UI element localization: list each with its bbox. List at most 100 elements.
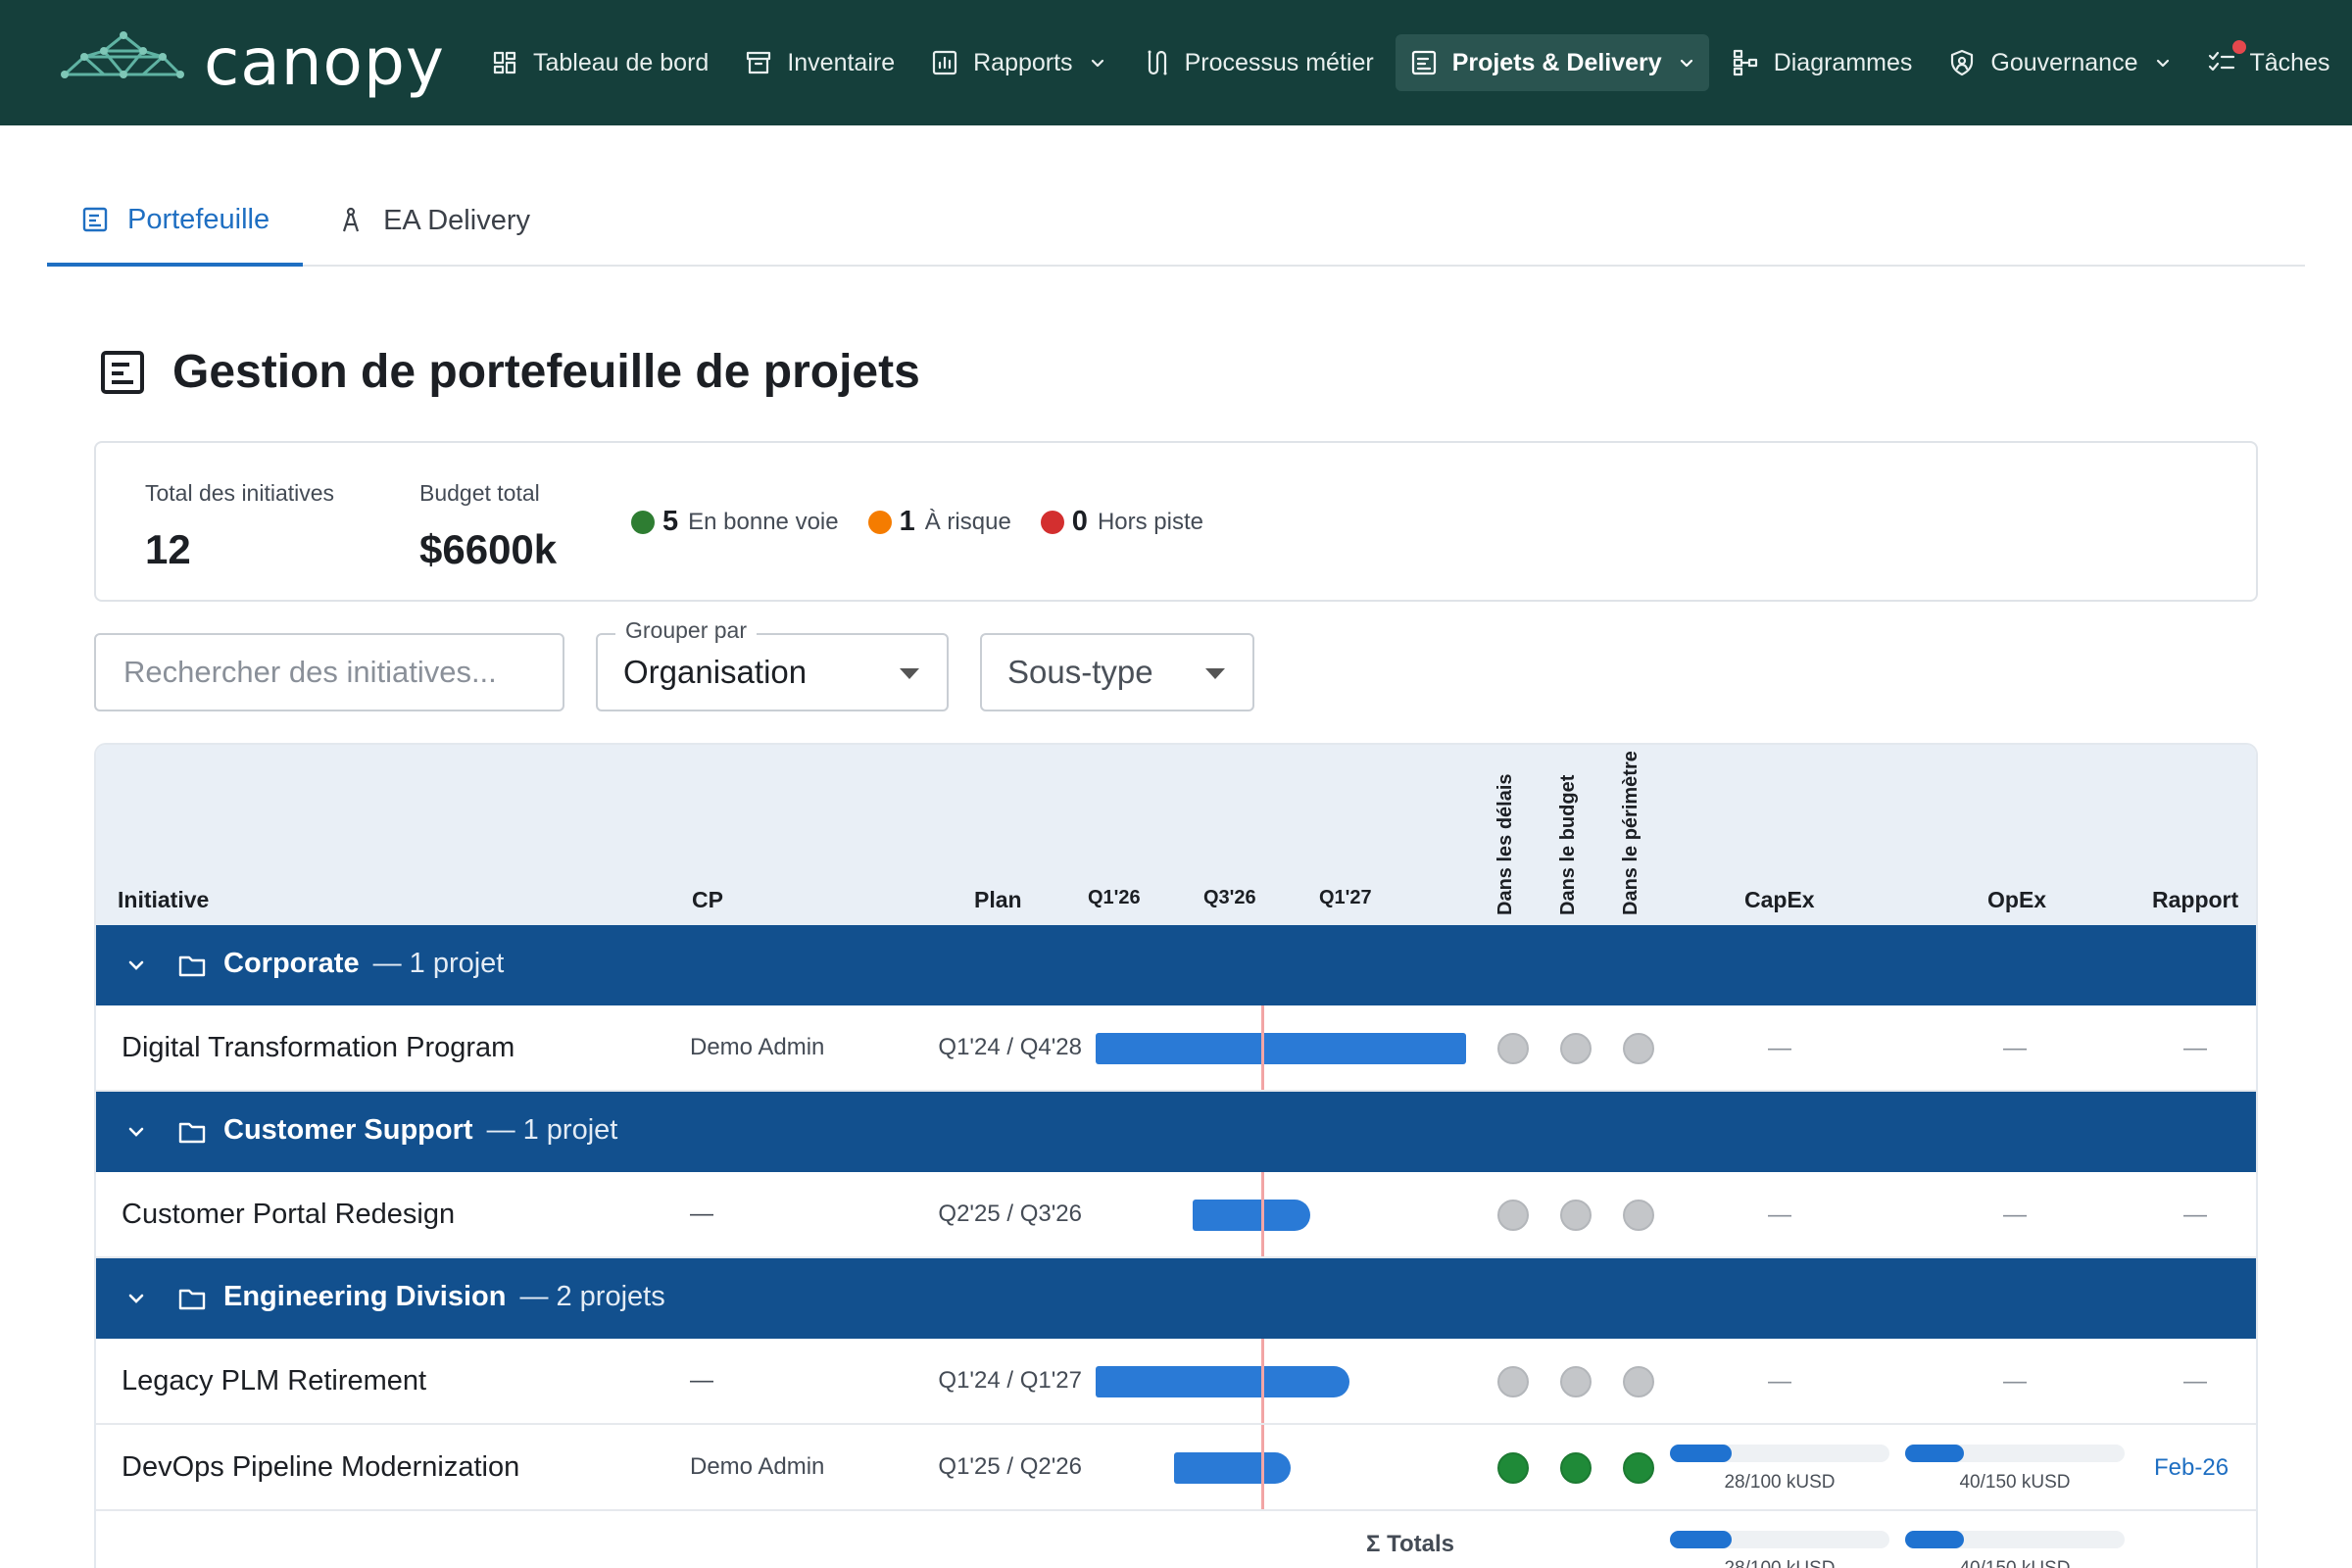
header-on-budget[interactable]: Dans le budget: [1557, 745, 1582, 915]
header-on-time[interactable]: Dans les délais: [1494, 745, 1519, 915]
group-header-row[interactable]: Engineering Division — 2 projets: [96, 1258, 2256, 1339]
status-indicator-dot: [1623, 1366, 1654, 1397]
chevron-down-icon[interactable]: [125, 1121, 147, 1143]
today-marker-line: [1261, 1339, 1265, 1423]
budget-progress-bar: [1670, 1445, 1889, 1462]
project-manager: —: [690, 1200, 713, 1227]
status-at-risk: 1 À risque: [867, 506, 1011, 538]
portfolio-icon: [98, 348, 147, 397]
dashboard-icon: [490, 48, 519, 77]
header-cp[interactable]: CP: [692, 887, 723, 913]
header-plan[interactable]: Plan: [974, 887, 1022, 913]
group-name: Engineering Division — 2 projets: [223, 1281, 665, 1313]
red-status-dot: [1040, 510, 1064, 534]
capex-empty: —: [1768, 1201, 1791, 1228]
totals-label: Σ Totals: [1366, 1531, 1454, 1557]
initiative-name[interactable]: Digital Transformation Program: [122, 1005, 514, 1090]
group-header-row[interactable]: Corporate — 1 projet: [96, 925, 2256, 1005]
tab-portfolio[interactable]: Portefeuille: [47, 176, 304, 267]
nav-item-taches[interactable]: Tâches: [2193, 34, 2344, 91]
header-capex[interactable]: CapEx: [1744, 887, 1815, 913]
budget-progress-bar: [1670, 1531, 1889, 1548]
search-placeholder: Rechercher des initiatives...: [123, 655, 497, 689]
nav-item-rapports[interactable]: Rapports: [916, 34, 1119, 91]
chevron-down-icon[interactable]: [125, 1288, 147, 1309]
group-name: Corporate — 1 projet: [223, 948, 504, 980]
group-name-text: Corporate: [223, 948, 360, 979]
report-empty: —: [2183, 1201, 2207, 1228]
header-opex[interactable]: OpEx: [1987, 887, 2046, 913]
header-on-time-label: Dans les délais: [1494, 773, 1516, 915]
nav-item-inventaire[interactable]: Inventaire: [730, 34, 908, 91]
table-row[interactable]: Legacy PLM Retirement — Q1'24 / Q1'27 — — —: [96, 1339, 2256, 1425]
header-in-scope[interactable]: Dans le périmètre: [1620, 745, 1644, 915]
status-indicator-dot: [1560, 1033, 1592, 1064]
shield-icon: [1947, 48, 1977, 77]
subtype-select[interactable]: Sous-type: [980, 633, 1254, 711]
gantt-bar[interactable]: [1193, 1200, 1310, 1231]
gantt-bar[interactable]: [1096, 1366, 1349, 1397]
header-quarter: Q1'27: [1319, 887, 1372, 908]
dropdown-caret-icon: [900, 668, 919, 679]
initiative-name[interactable]: Legacy PLM Retirement: [122, 1339, 426, 1423]
initiative-name[interactable]: Customer Portal Redesign: [122, 1172, 455, 1256]
chevron-down-icon[interactable]: [125, 955, 147, 976]
status-indicator-dot: [1497, 1033, 1529, 1064]
nav-item-label: Inventaire: [787, 48, 896, 76]
status-indicator-dot: [1560, 1366, 1592, 1397]
subtype-value: Sous-type: [1007, 654, 1153, 690]
total-initiatives-stat: Total des initiatives 12: [145, 480, 334, 573]
group-by-select[interactable]: Grouper par Organisation: [596, 617, 949, 711]
status-indicator-dot: [1497, 1452, 1529, 1484]
nav-item-tableau-de-bord[interactable]: Tableau de bord: [476, 34, 722, 91]
project-manager: Demo Admin: [690, 1453, 825, 1480]
group-count: — 1 projet: [372, 948, 505, 979]
plan-period: Q1'24 / Q1'27: [938, 1367, 1082, 1394]
status-indicator-dot: [1623, 1200, 1654, 1231]
status-indicator-dot: [1497, 1200, 1529, 1231]
nav-item-label: Diagrammes: [1773, 48, 1913, 76]
gantt-bar[interactable]: [1096, 1033, 1466, 1064]
notification-dot: [2231, 40, 2246, 54]
nav-item-label: Tableau de bord: [533, 48, 710, 76]
header-in-scope-label: Dans le périmètre: [1620, 751, 1642, 915]
table-row[interactable]: Customer Portal Redesign — Q2'25 / Q3'26 — —…: [96, 1172, 2256, 1258]
header-report[interactable]: Rapport: [2152, 887, 2238, 913]
gantt-bar[interactable]: [1173, 1452, 1291, 1484]
budget-progress-bar: [1905, 1531, 2125, 1548]
nav-item-gouvernance[interactable]: Gouvernance: [1934, 34, 2184, 91]
table-row[interactable]: Digital Transformation Program Demo Admin…: [96, 1005, 2256, 1092]
tab-ea-delivery[interactable]: EA Delivery: [303, 176, 564, 265]
budget-progress-label: 40/150 kUSD: [1905, 1558, 2125, 1568]
top-navigation: canopy Tableau de bord Inventaire Rapports…: [0, 0, 2352, 125]
nav-item-projets-delivery[interactable]: Projets & Delivery: [1395, 34, 1709, 91]
group-header-row[interactable]: Customer Support — 1 projet: [96, 1092, 2256, 1172]
compass-icon: [336, 206, 366, 235]
totals-row: Σ Totals 28/100 kUSD 40/150 kUSD: [96, 1511, 2256, 1568]
table-header: Initiative CP Plan Q1'26 Q3'26 Q1'27 Dan…: [96, 745, 2256, 925]
project-manager: Demo Admin: [690, 1034, 825, 1060]
app-logo[interactable]: canopy: [59, 27, 445, 98]
opex-empty: —: [2003, 1368, 2027, 1395]
chevron-down-icon: [2154, 54, 2172, 72]
dropdown-caret-icon: [1205, 668, 1225, 679]
search-input[interactable]: Rechercher des initiatives...: [94, 633, 564, 711]
chevron-down-icon: [1089, 54, 1106, 72]
capex-empty: —: [1768, 1368, 1791, 1395]
group-name-text: Engineering Division: [223, 1281, 507, 1312]
status-indicator-dot: [1560, 1452, 1592, 1484]
table-row[interactable]: DevOps Pipeline Modernization Demo Admin Q…: [96, 1425, 2256, 1511]
total-initiatives-value: 12: [145, 526, 191, 572]
on-track-count: 5: [662, 506, 679, 537]
archive-icon: [744, 48, 773, 77]
group-count: — 1 projet: [486, 1114, 618, 1146]
chart-icon: [930, 48, 959, 77]
today-marker-line: [1261, 1172, 1265, 1256]
nav-item-diagrammes[interactable]: Diagrammes: [1717, 34, 1927, 91]
nav-item-processus-metier[interactable]: Processus métier: [1128, 34, 1388, 91]
header-initiative[interactable]: Initiative: [118, 887, 209, 913]
status-summary: 5 En bonne voie 1 À risque 0 Hors piste: [631, 506, 1233, 538]
total-budget-stat: Budget total $6600k: [419, 480, 557, 573]
initiative-name[interactable]: DevOps Pipeline Modernization: [122, 1425, 519, 1509]
report-link[interactable]: Feb-26: [2154, 1454, 2229, 1482]
